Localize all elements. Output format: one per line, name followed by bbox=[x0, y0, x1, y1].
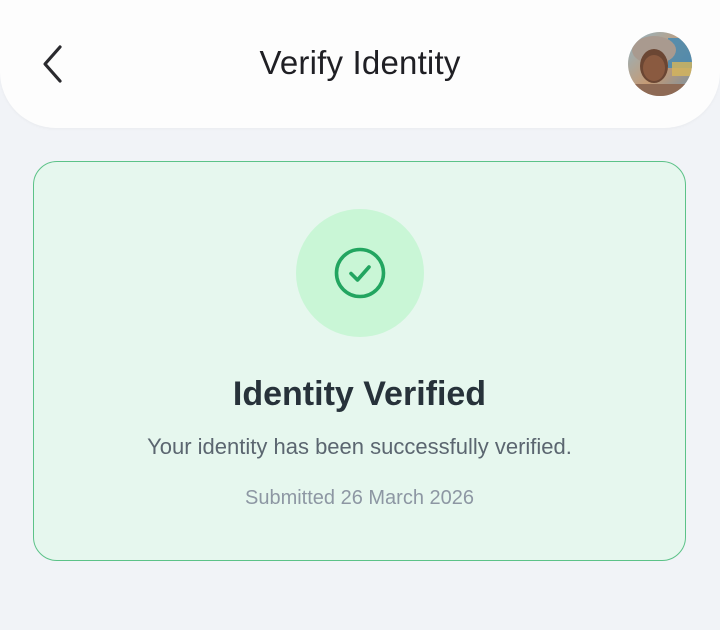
page-title: Verify Identity bbox=[259, 44, 461, 81]
check-circle-icon bbox=[334, 247, 386, 299]
chevron-left-icon bbox=[43, 45, 62, 83]
status-icon-container bbox=[296, 209, 424, 337]
avatar[interactable] bbox=[628, 32, 692, 96]
status-message: Your identity has been successfully veri… bbox=[147, 434, 572, 459]
avatar-image bbox=[628, 32, 692, 96]
submitted-date: Submitted 26 March 2026 bbox=[244, 487, 475, 509]
back-button[interactable] bbox=[30, 38, 78, 90]
app-header: Verify Identity bbox=[0, 0, 720, 128]
verification-status-card: Identity Verified Your identity has been… bbox=[33, 161, 686, 561]
status-title: Identity Verified bbox=[232, 375, 487, 413]
